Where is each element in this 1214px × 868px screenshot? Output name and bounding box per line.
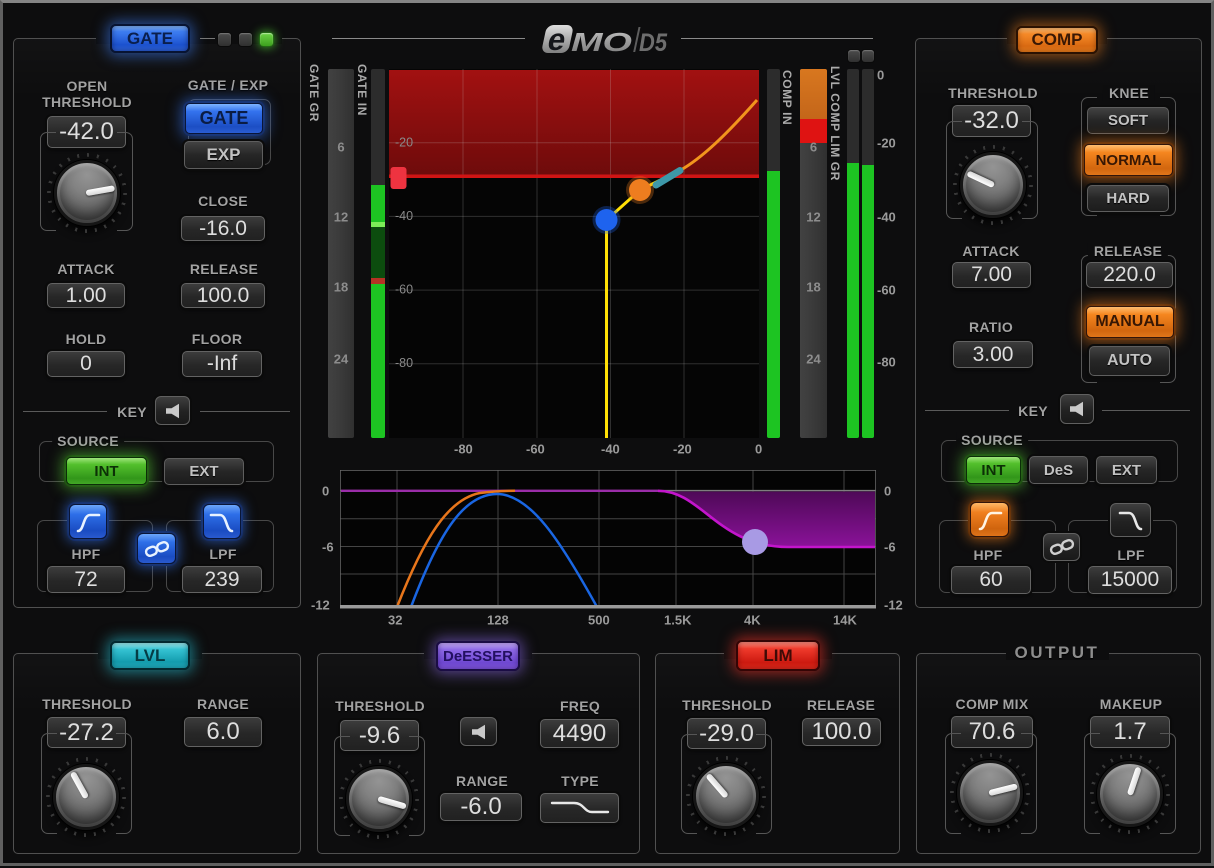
svg-text:-20: -20 xyxy=(395,136,413,150)
svg-text:-40: -40 xyxy=(395,209,413,223)
svg-text:-60: -60 xyxy=(395,283,413,297)
svg-text:D5: D5 xyxy=(639,29,668,57)
svg-text:-80: -80 xyxy=(395,356,413,370)
svg-text:MO: MO xyxy=(571,27,632,57)
